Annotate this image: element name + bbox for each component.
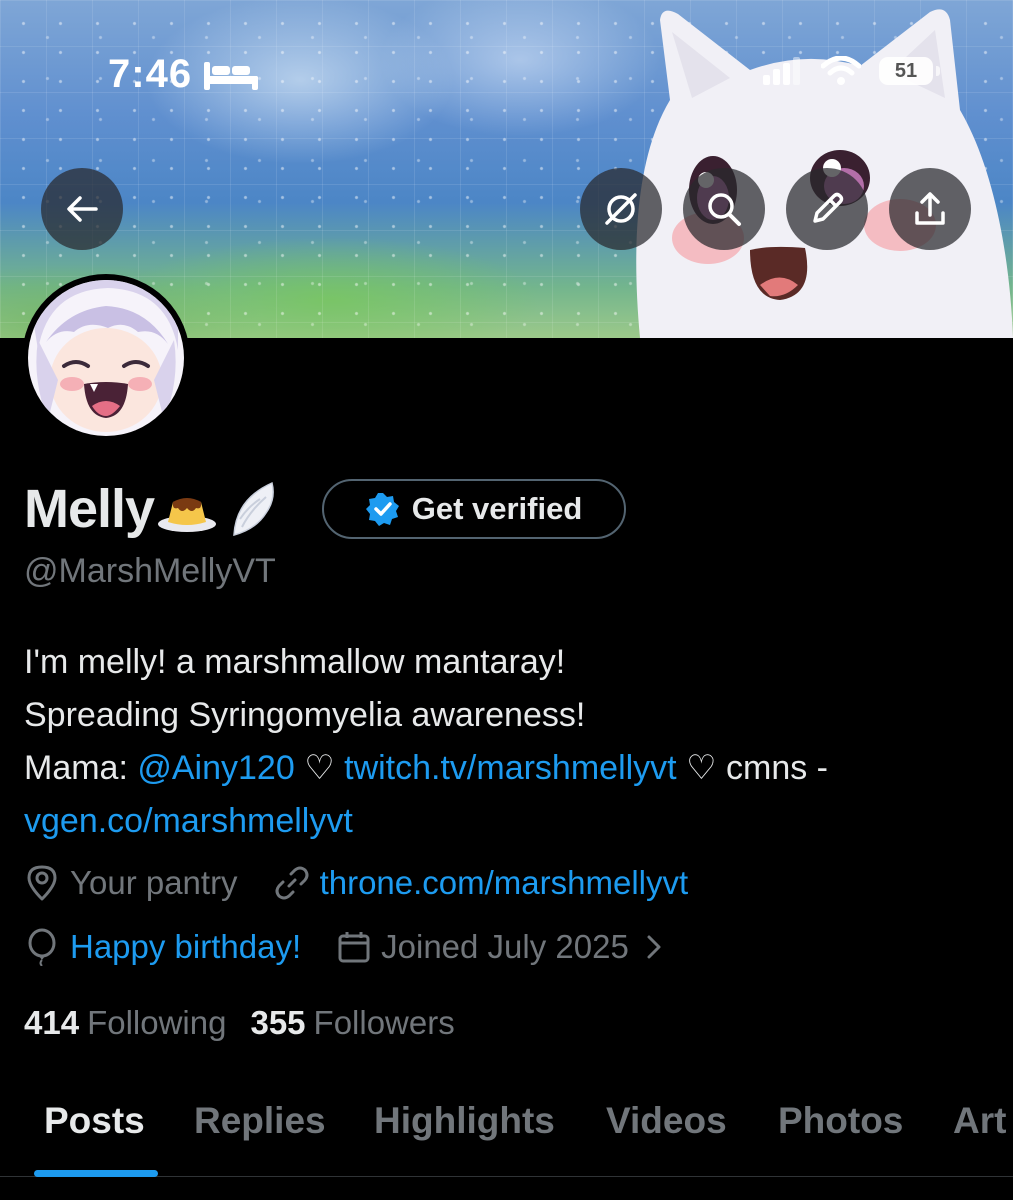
follow-stats: 414 Following 355 Followers — [24, 1004, 455, 1042]
twitch-link[interactable]: twitch.tv/marshmellyvt — [344, 749, 677, 787]
following-count: 414 — [24, 1004, 80, 1041]
following-stat[interactable]: 414 Following — [24, 1004, 226, 1042]
bio-line-4: vgen.co/marshmellyvt — [24, 795, 994, 848]
followers-label: Followers — [313, 1004, 455, 1041]
edit-button[interactable] — [786, 168, 868, 250]
website-link[interactable]: throne.com/marshmellyvt — [320, 864, 689, 902]
status-time-text: 7:46 — [108, 52, 193, 96]
wifi-icon — [821, 56, 861, 85]
location-text: Your pantry — [70, 864, 238, 901]
chevron-right-icon — [647, 935, 661, 959]
display-name: Melly — [24, 479, 155, 539]
followers-stat[interactable]: 355 Followers — [250, 1004, 454, 1042]
status-time: 7:46 — [108, 52, 260, 97]
website[interactable]: throne.com/marshmellyvt — [274, 864, 689, 902]
bio-line-3: Mama: @Ainy120 ♡ twitch.tv/marshmellyvt … — [24, 742, 994, 795]
search-button[interactable] — [683, 168, 765, 250]
tab-highlights[interactable]: Highlights — [374, 1100, 555, 1142]
vgen-link[interactable]: vgen.co/marshmellyvt — [24, 802, 353, 840]
search-icon — [708, 193, 741, 226]
calendar-icon — [338, 932, 370, 963]
grok-icon — [605, 193, 637, 225]
bio-mama-label: Mama: — [24, 749, 138, 787]
tab-photos[interactable]: Photos — [778, 1100, 903, 1142]
link-icon — [275, 866, 309, 900]
mention-link[interactable]: @Ainy120 — [137, 749, 294, 787]
profile-bio: I'm melly! a marshmallow mantaray! Sprea… — [24, 636, 994, 848]
tab-posts[interactable]: Posts — [44, 1100, 145, 1142]
location: Your pantry — [24, 864, 238, 902]
avatar-illustration — [28, 280, 184, 436]
tab-videos[interactable]: Videos — [606, 1100, 727, 1142]
location-pin-icon — [27, 865, 57, 901]
bio-line-1: I'm melly! a marshmallow mantaray! — [24, 643, 566, 681]
balloon-icon — [28, 928, 56, 966]
get-verified-button[interactable]: Get verified — [322, 479, 626, 539]
profile-meta-row-1: Your pantry throne.com/marshmellyvt — [24, 864, 688, 902]
share-button[interactable] — [889, 168, 971, 250]
tab-art[interactable]: Art — [953, 1100, 1006, 1142]
tab-replies[interactable]: Replies — [194, 1100, 326, 1142]
followers-count: 355 — [250, 1004, 306, 1041]
verified-badge-icon — [365, 493, 399, 526]
cellular-signal-icon — [763, 57, 800, 85]
joined-date[interactable]: Joined July 2025 — [337, 928, 665, 966]
display-name-row: Melly — [24, 478, 280, 540]
profile-tabs: Posts Replies Highlights Videos Photos A… — [0, 1096, 1013, 1200]
birthday-text[interactable]: Happy birthday! — [70, 928, 301, 966]
share-icon — [915, 192, 945, 225]
profile-meta-row-2: Happy birthday! Joined July 2025 — [24, 928, 665, 966]
back-arrow-icon — [67, 196, 98, 222]
status-indicators: 51 — [763, 56, 940, 86]
battery-indicator: 51 — [879, 57, 940, 85]
profile-avatar[interactable] — [22, 274, 190, 442]
pencil-icon — [813, 192, 844, 223]
banner-mascot-illustration — [636, 9, 1013, 338]
profile-handle: @MarshMellyVT — [24, 552, 276, 590]
birthday[interactable]: Happy birthday! — [24, 928, 301, 966]
grok-button[interactable] — [580, 168, 662, 250]
wing-icon — [233, 481, 274, 536]
bio-heart-2: ♡ cmns - — [676, 749, 828, 787]
get-verified-label: Get verified — [411, 491, 583, 526]
joined-text: Joined July 2025 — [381, 928, 629, 965]
sleep-bed-icon — [204, 61, 259, 90]
pudding-icon — [158, 498, 217, 532]
back-button[interactable] — [41, 168, 123, 250]
bio-line-2: Spreading Syringomyelia awareness! — [24, 696, 586, 734]
following-label: Following — [87, 1004, 227, 1041]
active-tab-indicator — [34, 1170, 158, 1177]
bio-heart-1: ♡ — [294, 749, 345, 787]
